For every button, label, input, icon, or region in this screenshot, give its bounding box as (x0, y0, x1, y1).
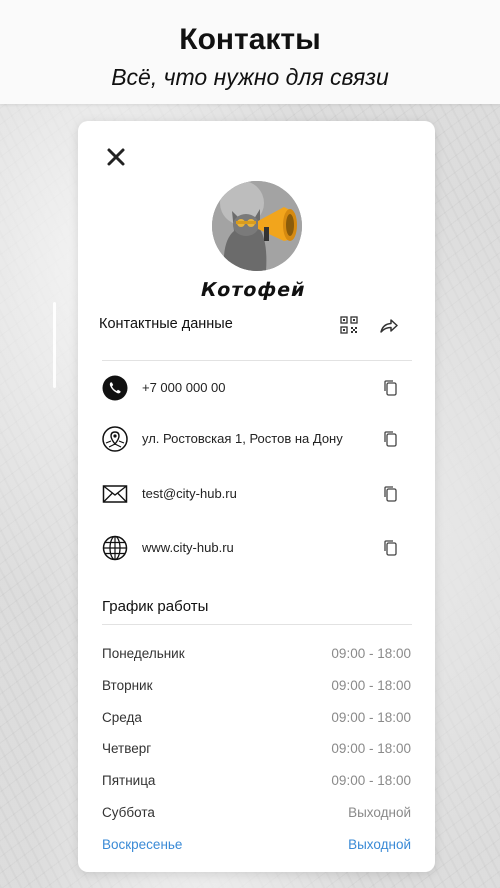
schedule-time: 09:00 - 18:00 (331, 678, 411, 693)
schedule-row: Вторник 09:00 - 18:00 (78, 678, 435, 698)
contacts-section-title: Контактные данные (99, 316, 233, 332)
schedule-time: 09:00 - 18:00 (331, 773, 411, 788)
copy-icon[interactable] (382, 379, 400, 397)
schedule-row: Суббота Выходной (78, 805, 435, 825)
contact-row-phone[interactable]: +7 000 000 00 (102, 375, 412, 401)
qr-code-button[interactable] (339, 315, 359, 335)
share-button[interactable] (378, 315, 400, 337)
schedule-day: Суббота (102, 805, 155, 820)
divider (102, 624, 412, 625)
avatar (212, 181, 302, 271)
copy-icon[interactable] (382, 539, 400, 557)
schedule-day: Пятница (102, 773, 156, 788)
close-icon (107, 148, 125, 166)
copy-icon[interactable] (382, 485, 400, 503)
contact-email: test@city-hub.ru (142, 486, 237, 501)
close-button[interactable] (104, 145, 128, 169)
page-title: Контакты (179, 23, 321, 56)
contact-website: www.city-hub.ru (142, 540, 234, 555)
contact-row-email[interactable]: test@city-hub.ru (102, 481, 412, 507)
schedule-day: Вторник (102, 678, 153, 693)
schedule-time: 09:00 - 18:00 (331, 710, 411, 725)
schedule-day: Понедельник (102, 646, 185, 661)
share-icon (380, 319, 398, 333)
schedule-section-title: График работы (102, 598, 209, 615)
copy-icon[interactable] (382, 430, 400, 448)
brand-name: Котофей (199, 278, 308, 301)
schedule-row: Четверг 09:00 - 18:00 (78, 741, 435, 761)
contact-phone: +7 000 000 00 (142, 380, 226, 395)
contact-address: ул. Ростовская 1, Ростов на Дону (142, 431, 343, 446)
cat-megaphone-image (212, 181, 302, 271)
schedule-day: Среда (102, 710, 142, 725)
phone-icon (102, 375, 128, 401)
contact-card: Котофей Контактные данные +7 000 000 00 … (78, 121, 435, 872)
page-subtitle: Всё, что нужно для связи (111, 64, 389, 90)
schedule-row-today: Воскресенье Выходной (78, 837, 435, 857)
globe-icon (102, 535, 128, 561)
schedule-row: Понедельник 09:00 - 18:00 (78, 646, 435, 666)
divider (102, 360, 412, 361)
schedule-time: 09:00 - 18:00 (331, 646, 411, 661)
schedule-time: Выходной (348, 837, 411, 852)
mail-icon (102, 485, 128, 503)
schedule-row: Среда 09:00 - 18:00 (78, 710, 435, 730)
schedule-day: Четверг (102, 741, 152, 756)
schedule-day: Воскресенье (102, 837, 183, 852)
contact-row-website[interactable]: www.city-hub.ru (102, 535, 412, 561)
qr-code-icon (340, 316, 358, 334)
schedule-time: 09:00 - 18:00 (331, 741, 411, 756)
drag-handle[interactable] (53, 302, 56, 388)
map-pin-icon (102, 426, 128, 452)
contact-row-address[interactable]: ул. Ростовская 1, Ростов на Дону (102, 426, 412, 452)
schedule-row: Пятница 09:00 - 18:00 (78, 773, 435, 793)
brand-logo: Котофей (178, 277, 328, 301)
schedule-time: Выходной (348, 805, 411, 820)
page-header: Контакты Всё, что нужно для связи (0, 0, 500, 104)
